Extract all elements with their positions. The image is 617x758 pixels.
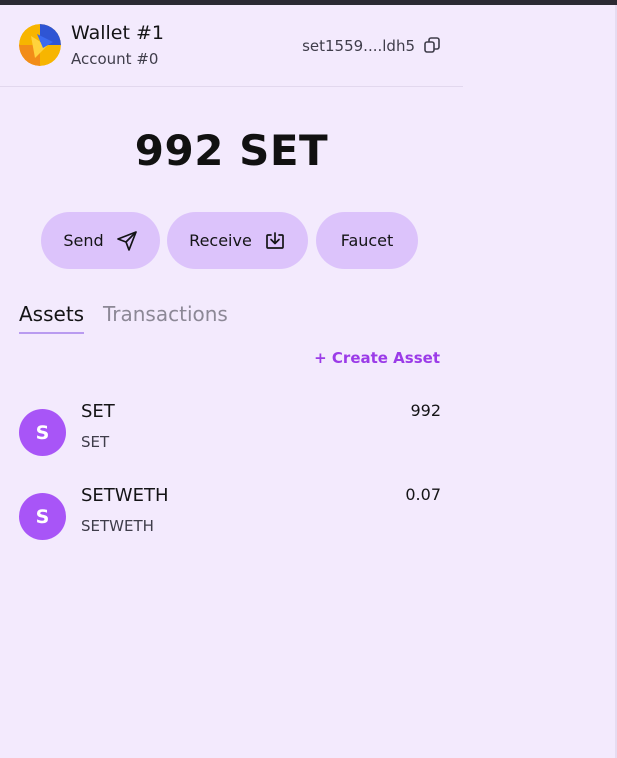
send-button-label: Send — [63, 231, 104, 250]
copy-icon[interactable] — [423, 36, 441, 54]
faucet-button[interactable]: Faucet — [316, 212, 418, 269]
balance-value: 992 SET — [134, 126, 329, 175]
account-name: Account #0 — [71, 50, 159, 68]
send-button[interactable]: Send — [41, 212, 160, 269]
asset-symbol: SET — [81, 433, 110, 451]
download-icon — [265, 231, 284, 249]
asset-letter-icon: S — [19, 409, 66, 456]
balance-display: 992 SET — [0, 126, 463, 175]
faucet-button-label: Faucet — [340, 231, 394, 250]
receive-button-label: Receive — [189, 231, 252, 250]
tab-transactions[interactable]: Transactions — [103, 302, 228, 326]
wallet-address: set1559....ldh5 — [302, 37, 415, 55]
asset-name: SET — [81, 401, 115, 422]
create-asset-link[interactable]: + Create Asset — [314, 349, 440, 367]
wallet-name: Wallet #1 — [71, 22, 164, 44]
asset-letter-icon: S — [19, 493, 66, 540]
receive-button[interactable]: Receive — [167, 212, 308, 269]
asset-row[interactable]: S SET SET 992 — [19, 401, 441, 471]
asset-symbol: SETWETH — [81, 517, 154, 535]
asset-amount: 992 — [410, 401, 441, 420]
wallet-avatar-icon[interactable] — [19, 24, 61, 66]
asset-name: SETWETH — [81, 485, 169, 506]
send-icon — [116, 230, 137, 251]
wallet-panel: Wallet #1 Account #0 set1559....ldh5 992… — [0, 5, 463, 758]
tab-assets[interactable]: Assets — [19, 302, 85, 334]
asset-amount: 0.07 — [405, 485, 441, 504]
wallet-header: Wallet #1 Account #0 set1559....ldh5 — [0, 5, 463, 87]
asset-row[interactable]: S SETWETH SETWETH 0.07 — [19, 485, 441, 555]
